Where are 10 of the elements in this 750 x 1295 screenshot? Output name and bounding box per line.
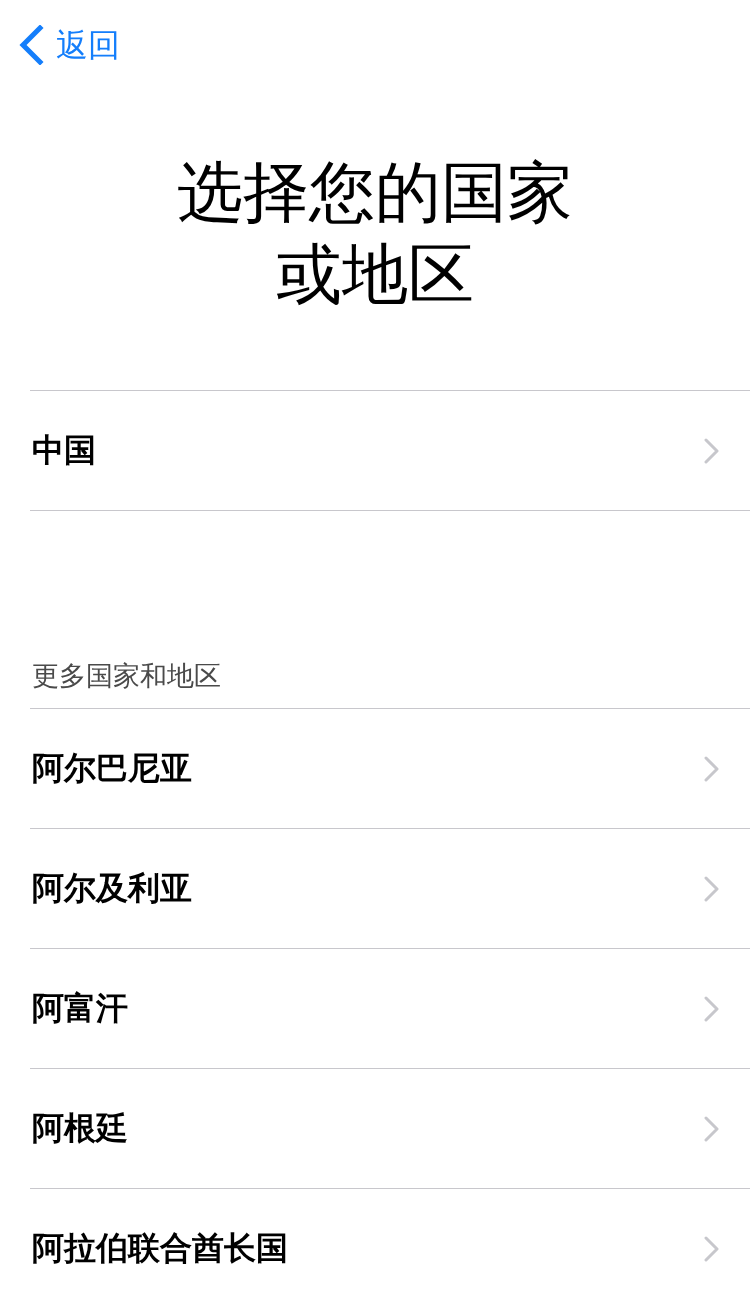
chevron-right-icon	[704, 995, 720, 1022]
chevron-right-icon	[704, 437, 720, 464]
page-title: 选择您的国家或地区	[176, 153, 574, 315]
section-header: 更多国家和地区	[32, 660, 221, 692]
chevron-right-icon	[704, 1115, 720, 1142]
chevron-right-icon	[704, 875, 720, 902]
chevron-left-icon	[18, 25, 44, 65]
chevron-right-icon	[704, 1235, 720, 1262]
chevron-right-icon	[704, 755, 720, 782]
back-button[interactable]: 返回	[14, 23, 124, 67]
